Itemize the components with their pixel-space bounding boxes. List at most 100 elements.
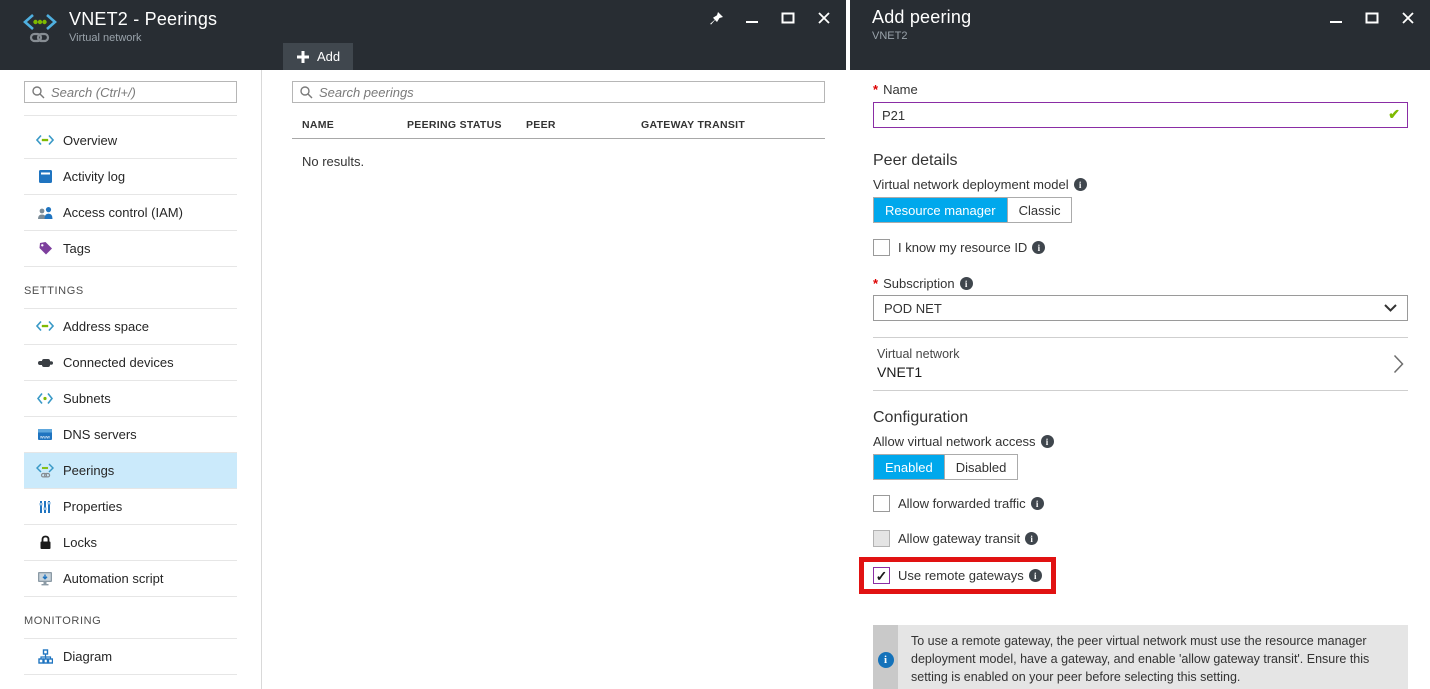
valid-check-icon: ✔ <box>1388 106 1400 123</box>
peerings-search-box[interactable] <box>292 81 825 103</box>
toggle-option-resource-manager[interactable]: Resource manager <box>874 198 1007 222</box>
menu-search-input[interactable] <box>51 85 230 100</box>
gateway-transit-label: Allow gateway transit i <box>898 531 1038 546</box>
sidebar-item-tags[interactable]: Tags <box>24 231 237 267</box>
blade-title: VNET2 - Peerings <box>69 9 217 30</box>
toggle-option-classic[interactable]: Classic <box>1007 198 1072 222</box>
forwarded-traffic-checkbox-row: Allow forwarded traffic i <box>873 495 1408 512</box>
activity-log-icon <box>36 169 54 184</box>
chevron-down-icon <box>1384 304 1397 312</box>
sidebar-item-connected-devices[interactable]: Connected devices <box>24 345 237 381</box>
info-box-text: To use a remote gateway, the peer virtua… <box>898 625 1408 689</box>
add-peering-titles: Add peering VNET2 <box>872 7 971 42</box>
sidebar-item-label: Properties <box>63 499 122 514</box>
sidebar-section-settings: SETTINGS <box>24 267 237 309</box>
info-icon[interactable]: i <box>1029 569 1042 582</box>
blade-title: Add peering <box>872 7 971 28</box>
azure-portal: VNET2 - Peerings Virtual network <box>0 0 1430 689</box>
column-header-name[interactable]: NAME <box>292 119 407 131</box>
sidebar-item-peerings[interactable]: Peerings <box>24 453 237 489</box>
vnet2-blade-body: Overview Activity log Access control (IA… <box>0 70 846 689</box>
subscription-selected-value: POD NET <box>884 301 1384 316</box>
sidebar-item-label: Subnets <box>63 391 111 406</box>
toggle-option-enabled[interactable]: Enabled <box>874 455 944 479</box>
minimize-icon[interactable] <box>744 10 760 26</box>
remote-gateways-label: Use remote gateways i <box>898 568 1042 583</box>
info-icon[interactable]: i <box>1025 532 1038 545</box>
peerings-icon <box>36 463 54 478</box>
vnet-icon <box>36 134 54 147</box>
maximize-icon[interactable] <box>780 10 796 26</box>
sidebar-item-dns-servers[interactable]: www DNS servers <box>24 417 237 453</box>
subscription-dropdown[interactable]: POD NET <box>873 295 1408 321</box>
sidebar-item-label: Diagram <box>63 649 112 664</box>
sidebar-item-label: Connected devices <box>63 355 174 370</box>
vnet2-blade-title-block: VNET2 - Peerings Virtual network <box>22 9 217 44</box>
address-space-icon <box>36 320 54 333</box>
sidebar-item-activity-log[interactable]: Activity log <box>24 159 237 195</box>
peerings-search-input[interactable] <box>319 85 818 100</box>
sidebar-item-address-space[interactable]: Address space <box>24 309 237 345</box>
menu-search-box[interactable] <box>24 81 237 103</box>
sidebar-item-label: Tags <box>63 241 90 256</box>
automation-script-icon <box>36 571 54 586</box>
gateway-transit-checkbox[interactable] <box>873 530 890 547</box>
search-icon <box>299 85 313 99</box>
plus-icon <box>296 50 310 64</box>
search-icon <box>31 85 45 99</box>
sidebar-item-subnets[interactable]: Subnets <box>24 381 237 417</box>
vnet2-blade-titles: VNET2 - Peerings Virtual network <box>69 9 217 44</box>
column-header-peering-status[interactable]: PEERING STATUS <box>407 119 526 131</box>
remote-gateways-checkbox-row: ✓ Use remote gateways i <box>873 567 1042 584</box>
add-peering-title-block: Add peering VNET2 <box>872 7 971 42</box>
configuration-heading: Configuration <box>873 409 1408 427</box>
checkmark-icon: ✓ <box>876 569 888 583</box>
forwarded-traffic-checkbox[interactable] <box>873 495 890 512</box>
diagram-icon <box>36 649 54 664</box>
column-header-gateway-transit[interactable]: GATEWAY TRANSIT <box>641 119 825 131</box>
info-icon[interactable]: i <box>1041 435 1054 448</box>
name-field-label: * Name <box>873 82 1408 97</box>
sidebar-item-access-control[interactable]: Access control (IAM) <box>24 195 237 231</box>
required-asterisk: * <box>873 82 878 97</box>
info-icon[interactable]: i <box>960 277 973 290</box>
remote-gateways-checkbox[interactable]: ✓ <box>873 567 890 584</box>
connected-devices-icon <box>36 358 54 368</box>
vnet2-peerings-blade: VNET2 - Peerings Virtual network <box>0 0 846 689</box>
column-header-peer[interactable]: PEER <box>526 119 641 131</box>
sidebar-item-automation-script[interactable]: Automation script <box>24 561 237 597</box>
toggle-option-disabled[interactable]: Disabled <box>944 455 1018 479</box>
maximize-icon[interactable] <box>1364 10 1380 26</box>
add-peering-form: * Name ✔ Peer details Virtual network de… <box>850 70 1430 689</box>
sidebar-section-monitoring: MONITORING <box>24 597 237 639</box>
vnet2-blade-header: VNET2 - Peerings Virtual network <box>0 0 846 70</box>
vnet2-window-controls <box>708 10 832 26</box>
menu-divider <box>24 115 237 123</box>
properties-icon <box>36 500 54 514</box>
peerings-list-panel: NAME PEERING STATUS PEER GATEWAY TRANSIT… <box>262 70 846 689</box>
remote-gateway-info-box: i To use a remote gateway, the peer virt… <box>873 625 1408 689</box>
resource-id-checkbox[interactable] <box>873 239 890 256</box>
info-icon[interactable]: i <box>1031 497 1044 510</box>
info-icon[interactable]: i <box>1032 241 1045 254</box>
required-asterisk: * <box>873 276 878 291</box>
close-icon[interactable] <box>816 10 832 26</box>
sidebar-item-locks[interactable]: Locks <box>24 525 237 561</box>
name-input[interactable] <box>873 102 1408 128</box>
close-icon[interactable] <box>1400 10 1416 26</box>
vnet-access-label: Allow virtual network access i <box>873 434 1408 449</box>
name-input-wrap: ✔ <box>873 102 1408 128</box>
add-peering-button[interactable]: Add <box>283 43 353 70</box>
subnets-icon <box>36 392 54 405</box>
sidebar-item-properties[interactable]: Properties <box>24 489 237 525</box>
info-icon[interactable]: i <box>1074 178 1087 191</box>
add-peering-header: Add peering VNET2 <box>850 0 1430 70</box>
sidebar-item-diagram[interactable]: Diagram <box>24 639 237 675</box>
minimize-icon[interactable] <box>1328 10 1344 26</box>
virtual-network-picker[interactable]: Virtual network VNET1 <box>873 338 1408 390</box>
dns-servers-icon: www <box>36 428 54 441</box>
sidebar-item-overview[interactable]: Overview <box>24 123 237 159</box>
pin-icon[interactable] <box>708 10 724 26</box>
virtual-network-picker-value: VNET1 <box>877 364 1393 380</box>
deployment-model-toggle: Resource manager Classic <box>873 197 1072 223</box>
